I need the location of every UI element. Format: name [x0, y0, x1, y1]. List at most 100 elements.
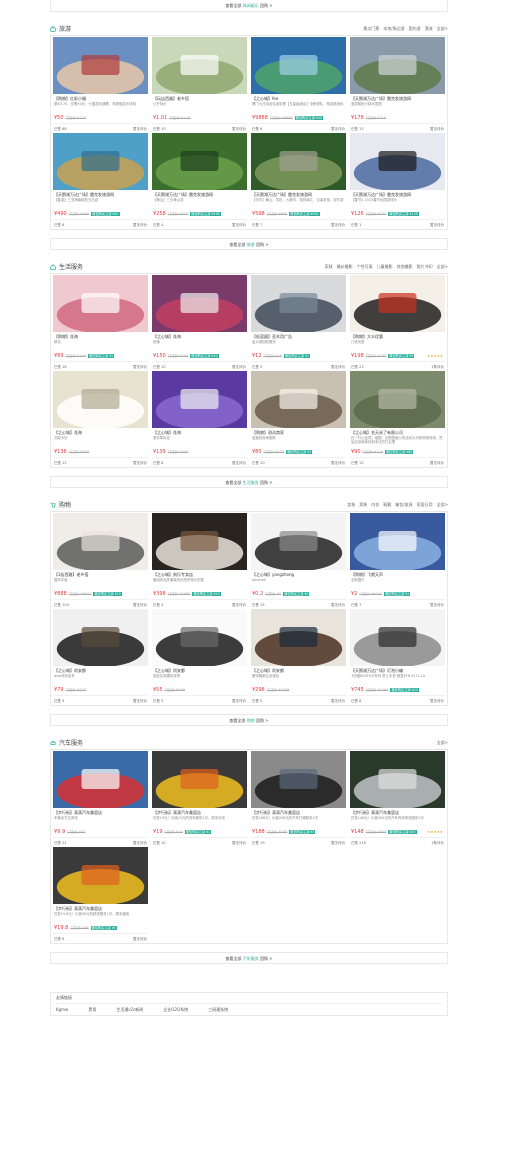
- section-tab-link[interactable]: 全部>: [437, 740, 448, 746]
- section-title[interactable]: 旅游: [50, 24, 71, 33]
- deal-card[interactable]: 【购物】大众优惠 门优优惠 ¥198 门店价 ¥200 微信购买立减 ¥5 ★★…: [350, 275, 445, 371]
- deal-thumbnail[interactable]: [350, 275, 445, 333]
- section-tab-link[interactable]: 国内游: [409, 26, 421, 32]
- deal-card[interactable]: 【之心城】花海 玫瑰 ¥150 门店价 ¥200 微信购买立减 ¥10 已售 1…: [152, 275, 247, 371]
- deal-card[interactable]: 【之心城】yangzhong iphone6 ¥0.2 门店价 ¥0 微信购买立…: [251, 513, 346, 609]
- deal-thumbnail[interactable]: [350, 609, 445, 667]
- deal-card[interactable]: 【步行街】滴滴汽车美容店 仅售19元！价值25元的洗车服务1次，周末可用 ¥19…: [152, 751, 247, 847]
- deal-thumbnail[interactable]: [152, 513, 247, 571]
- deal-review-link[interactable]: 暂无评价: [133, 838, 147, 847]
- friend-link[interactable]: Kgmw: [56, 1007, 68, 1013]
- deal-review-link[interactable]: 暂无评价: [430, 600, 444, 609]
- section-tab-link[interactable]: 全部>: [437, 264, 448, 270]
- section-title[interactable]: 生活服务: [50, 262, 83, 271]
- deal-card[interactable]: 【购物】花海 鲜花 ¥89 门店价 ¥100 微信购买立减 ¥2 已售 16 暂…: [53, 275, 148, 371]
- deal-thumbnail[interactable]: [53, 751, 148, 809]
- section-tab-link[interactable]: 其他摄影: [397, 264, 413, 270]
- deal-thumbnail[interactable]: [152, 275, 247, 333]
- section-tab-link[interactable]: 内衣: [371, 502, 379, 508]
- deal-review-link[interactable]: 暂无评价: [331, 458, 345, 467]
- view-all-entertainment-link[interactable]: 查看全部 休闲娱乐 团购 >: [50, 0, 448, 12]
- deal-thumbnail[interactable]: [53, 609, 148, 667]
- section-tab-link[interactable]: 全部>: [437, 502, 448, 508]
- deal-review-link[interactable]: 暂无评价: [133, 458, 147, 467]
- friend-link[interactable]: 企业O2O系统: [163, 1007, 188, 1013]
- deal-thumbnail[interactable]: [152, 751, 247, 809]
- deal-review-link[interactable]: 暂无评价: [331, 220, 345, 229]
- deal-review-link[interactable]: 暂无评价: [430, 124, 444, 133]
- deal-thumbnail[interactable]: [53, 513, 148, 571]
- deal-card[interactable]: 【之心城】fee 厦门九日游含往返机票【五星级酒店】全程领队，畅游鼓浪屿 ¥98…: [251, 37, 346, 133]
- deal-thumbnail[interactable]: [152, 609, 247, 667]
- section-tab-link[interactable]: 婚纱摄影: [337, 264, 353, 270]
- deal-review-link[interactable]: 暂无评价: [232, 458, 246, 467]
- deal-card[interactable]: 【步行街】滴滴汽车美容店 仅售148元！价值300元的汽车内饰清洗服务1次 ¥1…: [350, 751, 445, 847]
- deal-card[interactable]: 【购物】飞就天声 全新国行 ¥2 门店价 ¥6000 微信购买立减 ¥1 已售 …: [350, 513, 445, 609]
- deal-thumbnail[interactable]: [350, 37, 445, 95]
- section-tab-link[interactable]: 家居日用: [417, 502, 433, 508]
- deal-thumbnail[interactable]: [53, 133, 148, 191]
- deal-review-link[interactable]: 暂无评价: [232, 362, 246, 371]
- deal-thumbnail[interactable]: [251, 37, 346, 95]
- view-all-section-link[interactable]: 查看全部 汽车服务 团购 >: [50, 952, 448, 964]
- deal-review-link[interactable]: 暂无评价: [430, 696, 444, 705]
- section-title[interactable]: 购物: [50, 500, 71, 509]
- section-tab-link[interactable]: 本地/周边游: [383, 26, 404, 32]
- deal-review-link[interactable]: 暂无评价: [133, 934, 147, 943]
- deal-review-link[interactable]: 暂无评价: [331, 362, 345, 371]
- deal-card[interactable]: 【低容器】亚木用广告 金大湖回收服务 ¥12 门店价 ¥15 微信购买立减 ¥1…: [251, 275, 346, 371]
- deal-card[interactable]: 【天鹅湖万达广场】灯泡小编 卡西欧EDIFICE系列 男士手表 腕表EFR-52…: [350, 609, 445, 705]
- section-tab-link[interactable]: 鞋靴: [383, 502, 391, 508]
- deal-review-link[interactable]: 暂无评价: [133, 124, 147, 133]
- deal-review-link[interactable]: 暂无评价: [133, 696, 147, 705]
- deal-thumbnail[interactable]: [350, 133, 445, 191]
- deal-card[interactable]: 【之心城】名天米了有限公司 在「行心连项」梯图，合肥国营公司活动大天和他物线场，…: [350, 371, 445, 467]
- deal-card[interactable]: 【天鹅湖万达广场】雷克发旅游网 【华东】黄山、苏杭、九寨沟、桂林漓江、屯溪老街、…: [251, 133, 346, 229]
- deal-thumbnail[interactable]: [251, 751, 346, 809]
- deal-review-link[interactable]: 1条评价: [431, 362, 444, 371]
- friend-link[interactable]: 三网通系统: [208, 1007, 228, 1013]
- deal-review-link[interactable]: 暂无评价: [331, 696, 345, 705]
- view-all-category[interactable]: 旅游: [247, 242, 255, 247]
- deal-thumbnail[interactable]: [251, 513, 346, 571]
- deal-thumbnail[interactable]: [251, 133, 346, 191]
- deal-thumbnail[interactable]: [251, 371, 346, 429]
- deal-card[interactable]: 【购物】红彩小福 原价170，仅需50元，七国游玩通票，享超值游乐体验 ¥50 …: [53, 37, 148, 133]
- section-tab-link[interactable]: 全部>: [437, 26, 448, 32]
- deal-thumbnail[interactable]: [350, 371, 445, 429]
- friend-link[interactable]: 黑哥: [88, 1007, 96, 1013]
- section-tab-link[interactable]: 漂流: [425, 26, 433, 32]
- deal-card[interactable]: 【购物】测试商家 金鑫商务局团购 ¥80 门店价 ¥120 微信购买立减 ¥2 …: [251, 371, 346, 467]
- deal-thumbnail[interactable]: [251, 609, 346, 667]
- view-all-category[interactable]: 生活服务: [243, 480, 259, 485]
- deal-card[interactable]: 【之心城】尚安都 dixe商务皮夹 ¥79 门店价 ¥518 已售 5 暂无评价: [53, 609, 148, 705]
- section-tab-link[interactable]: 男装: [359, 502, 367, 508]
- deal-card[interactable]: 【之心城】尚安都 真皮实用腰扣皮带 ¥55 门店价 ¥269 已售 5 暂无评价: [152, 609, 247, 705]
- section-tab-link[interactable]: 家政: [325, 264, 333, 270]
- view-all-section-link[interactable]: 查看全部 旅游 团购 >: [50, 238, 448, 250]
- deal-card[interactable]: 【3店西路】老乡搭 国风字画 ¥888 门店价 ¥8000 微信购买立减 ¥10…: [53, 513, 148, 609]
- deal-review-link[interactable]: 暂无评价: [133, 220, 147, 229]
- deal-card[interactable]: 【天鹅湖万达广场】雷克发旅游网 漫游梯田小镇水墨图 ¥178 门店价 ¥210 …: [350, 37, 445, 133]
- deal-thumbnail[interactable]: [251, 275, 346, 333]
- deal-review-link[interactable]: 暂无评价: [430, 220, 444, 229]
- deal-review-link[interactable]: 暂无评价: [133, 600, 147, 609]
- deal-review-link[interactable]: 暂无评价: [232, 600, 246, 609]
- deal-thumbnail[interactable]: [152, 37, 247, 95]
- section-tab-link[interactable]: 景点门票: [363, 26, 379, 32]
- deal-card[interactable]: 【步行街】滴滴汽车美容店 仅售19.8元！价值38元的精洗服务1次，周末通用 ¥…: [53, 847, 148, 943]
- deal-review-link[interactable]: 暂无评价: [232, 696, 246, 705]
- deal-thumbnail[interactable]: [350, 751, 445, 809]
- deal-card[interactable]: 【之心城】花海 万能卡社 ¥136 门店价 ¥300 已售 15 暂无评价: [53, 371, 148, 467]
- deal-thumbnail[interactable]: [53, 275, 148, 333]
- deal-review-link[interactable]: 1条评价: [431, 838, 444, 847]
- view-all-category[interactable]: 购物: [247, 718, 255, 723]
- deal-thumbnail[interactable]: [53, 371, 148, 429]
- section-tab-link[interactable]: 儿童摄影: [377, 264, 393, 270]
- deal-review-link[interactable]: 暂无评价: [133, 362, 147, 371]
- deal-card[interactable]: 【天鹅湖万达广场】雷克发旅游网 【春游】三亚海南精品五日游 ¥490 门店价 ¥…: [53, 133, 148, 229]
- friend-link[interactable]: 生活通c2c新闻: [116, 1007, 143, 1013]
- section-tab-link[interactable]: 照片冲印: [417, 264, 433, 270]
- deal-card[interactable]: 【天鹅湖万达广场】雷克发旅游网 【春节】2015春节出国游特价 ¥126 门店价…: [350, 133, 445, 229]
- deal-card[interactable]: 【之心城】花海 薰衣草标花 ¥139 门店价 ¥300 已售 8 暂无评价: [152, 371, 247, 467]
